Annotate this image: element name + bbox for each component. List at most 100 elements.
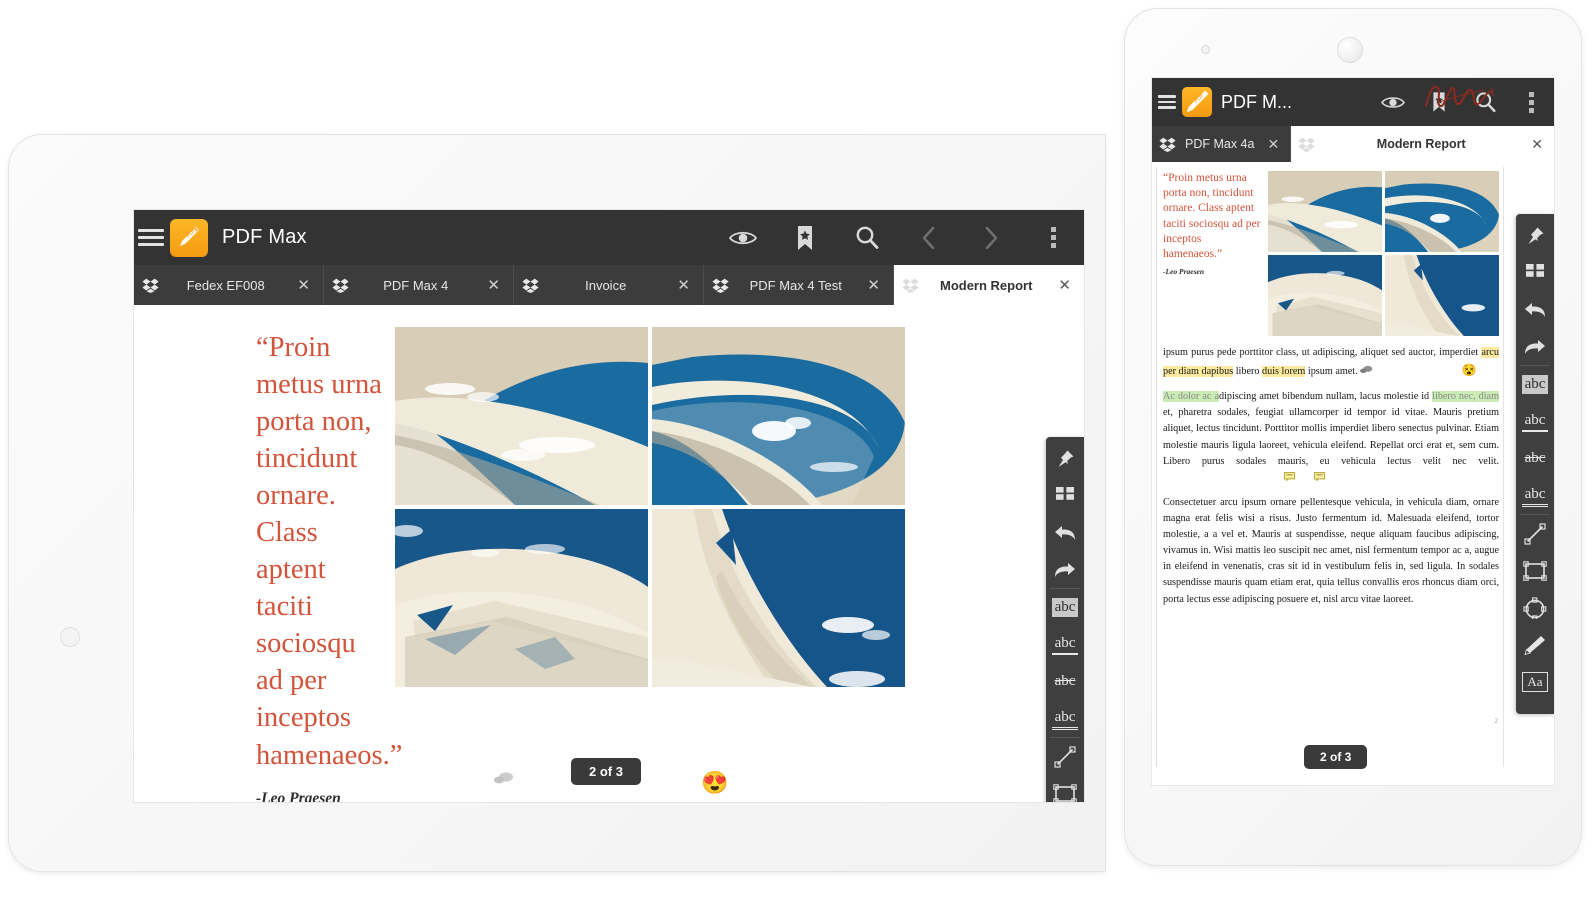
bookmark-star-icon <box>1431 91 1447 113</box>
line-tool[interactable] <box>1046 738 1084 775</box>
tab-label: PDF Max 4 <box>349 278 482 293</box>
chevron-right-icon <box>982 225 1000 251</box>
document-paragraph-3: Consectetuer arcu ipsum ornare pellentes… <box>1163 495 1499 608</box>
bookmark-button[interactable] <box>1416 78 1462 126</box>
next-page-button[interactable] <box>960 210 1022 265</box>
tab-label: Invoice <box>539 278 672 293</box>
dropbox-icon <box>522 278 539 293</box>
overflow-menu-button[interactable] <box>1022 210 1084 265</box>
underline-text-tool[interactable]: abc <box>1046 626 1084 663</box>
emoji-stamp-annotation[interactable]: 😍 <box>701 770 728 796</box>
eye-icon <box>728 228 758 248</box>
phone-document-body: ipsum purus pede porttitor class, ut adi… <box>1163 345 1499 608</box>
thumbnails-grid-button[interactable] <box>1046 477 1084 514</box>
undo-button[interactable] <box>1046 514 1084 551</box>
magnifier-icon <box>1474 91 1497 114</box>
search-button[interactable] <box>836 210 898 265</box>
view-mode-button[interactable] <box>1370 78 1416 126</box>
grid-icon <box>1055 486 1075 506</box>
architecture-photo-2 <box>652 327 905 505</box>
hamburger-menu-icon[interactable] <box>1158 95 1176 109</box>
line-tool[interactable] <box>1516 515 1554 552</box>
tablet-app-bar: PDF PDF Max <box>134 210 1084 265</box>
pushpin-icon <box>1525 226 1545 246</box>
document-paragraph-1: ipsum purus pede porttitor class, ut adi… <box>1163 345 1499 380</box>
architecture-photo-4 <box>1385 255 1499 336</box>
dropbox-icon <box>1159 137 1176 152</box>
tab-close-icon[interactable]: ✕ <box>1263 136 1283 153</box>
highlight-text-tool[interactable]: abc <box>1516 366 1554 403</box>
pdf-page-canvas[interactable]: “Proin metus urna porta non, tincidunt o… <box>1156 167 1504 767</box>
chevron-left-icon <box>920 225 938 251</box>
quote-column: “Proin metus urna porta non, tincidunt o… <box>134 327 384 802</box>
redo-button[interactable] <box>1516 328 1554 365</box>
tablet-document-page[interactable]: “Proin metus urna porta non, tincidunt o… <box>134 305 1084 802</box>
tab-close-icon[interactable]: ✕ <box>1053 278 1076 293</box>
text-aa-icon: Aa <box>1522 672 1547 692</box>
document-tab-modern-report[interactable]: Modern Report ✕ <box>894 265 1084 305</box>
underline-text-tool[interactable]: abc <box>1516 403 1554 440</box>
tablet-annotation-toolbar: abc abc abc abc <box>1046 437 1084 802</box>
grid-icon <box>1525 263 1545 283</box>
pdf-page-number: 2 <box>1495 717 1499 725</box>
tablet-screen: PDF PDF Max <box>134 210 1084 802</box>
tab-close-icon[interactable]: ✕ <box>672 278 695 293</box>
document-tab-pdfmax4a[interactable]: PDF Max 4a ✕ <box>1152 126 1291 162</box>
overflow-menu-button[interactable] <box>1508 78 1554 126</box>
document-tab-fedex[interactable]: Fedex EF008 ✕ <box>134 265 324 305</box>
document-tab-modern-report[interactable]: Modern Report ✕ <box>1291 126 1554 162</box>
document-tab-pdfmax4test[interactable]: PDF Max 4 Test ✕ <box>704 265 894 305</box>
tab-close-icon[interactable]: ✕ <box>862 278 885 293</box>
rectangle-tool[interactable] <box>1046 775 1084 802</box>
comment-bubble-icon[interactable] <box>494 771 514 790</box>
pin-toolbar-button[interactable] <box>1516 217 1554 254</box>
eye-icon <box>1380 94 1406 111</box>
view-mode-button[interactable] <box>712 210 774 265</box>
pen-glyph: PDF <box>176 224 202 250</box>
line-icon <box>1524 523 1546 545</box>
document-tab-pdfmax4[interactable]: PDF Max 4 ✕ <box>324 265 514 305</box>
search-button[interactable] <box>1462 78 1508 126</box>
rectangle-icon <box>1053 784 1077 803</box>
abc-strikethrough-icon: abc <box>1522 449 1549 468</box>
tab-close-icon[interactable]: ✕ <box>482 278 505 293</box>
screenshot-stage: PDF PDF Max <box>0 0 1593 900</box>
sticky-note-icon[interactable] <box>1314 471 1325 480</box>
highlight-green-2: libero nec, diam <box>1432 391 1499 402</box>
squiggly-text-tool[interactable]: abc <box>1046 700 1084 737</box>
emoji-stamp-annotation[interactable]: 😵 <box>1462 363 1477 377</box>
squiggly-text-tool[interactable]: abc <box>1516 477 1554 514</box>
tablet-home-button[interactable] <box>60 627 80 647</box>
body-segment: ipsum purus pede porttitor class, ut adi… <box>1163 347 1481 358</box>
sticky-note-icon[interactable] <box>1284 471 1295 480</box>
rectangle-tool[interactable] <box>1516 552 1554 589</box>
document-tab-invoice[interactable]: Invoice ✕ <box>514 265 704 305</box>
highlight-yellow-2: duis lorem <box>1262 366 1305 377</box>
body-segment: ipsum amet. <box>1305 366 1357 377</box>
thumbnails-grid-button[interactable] <box>1516 254 1554 291</box>
undo-button[interactable] <box>1516 291 1554 328</box>
hamburger-menu-icon[interactable] <box>138 229 164 246</box>
highlight-text-tool[interactable]: abc <box>1046 589 1084 626</box>
architecture-photo-1 <box>395 327 648 505</box>
previous-page-button[interactable] <box>898 210 960 265</box>
pdf-max-app-logo: PDF <box>170 219 208 257</box>
speaker-icon <box>1337 37 1363 63</box>
pencil-freehand-tool[interactable] <box>1516 626 1554 663</box>
ellipse-tool[interactable] <box>1516 589 1554 626</box>
pin-toolbar-button[interactable] <box>1046 440 1084 477</box>
tab-close-icon[interactable]: ✕ <box>1527 136 1547 153</box>
abc-highlight-icon: abc <box>1522 375 1549 394</box>
tab-close-icon[interactable]: ✕ <box>292 278 315 293</box>
abc-underline-icon: abc <box>1522 411 1549 432</box>
redo-button[interactable] <box>1046 551 1084 588</box>
strikethrough-text-tool[interactable]: abc <box>1046 663 1084 700</box>
comment-bubble-icon[interactable] <box>1360 364 1373 380</box>
bookmark-button[interactable] <box>774 210 836 265</box>
text-box-tool[interactable]: Aa <box>1516 663 1554 700</box>
body-segment: dipiscing amet bibendum nullam, lacus mo… <box>1219 391 1432 402</box>
pen-glyph: PDF <box>1182 87 1212 117</box>
phone-document-page[interactable]: “Proin metus urna porta non, tincidunt o… <box>1152 162 1554 785</box>
pencil-icon <box>1523 634 1547 656</box>
strikethrough-text-tool[interactable]: abc <box>1516 440 1554 477</box>
